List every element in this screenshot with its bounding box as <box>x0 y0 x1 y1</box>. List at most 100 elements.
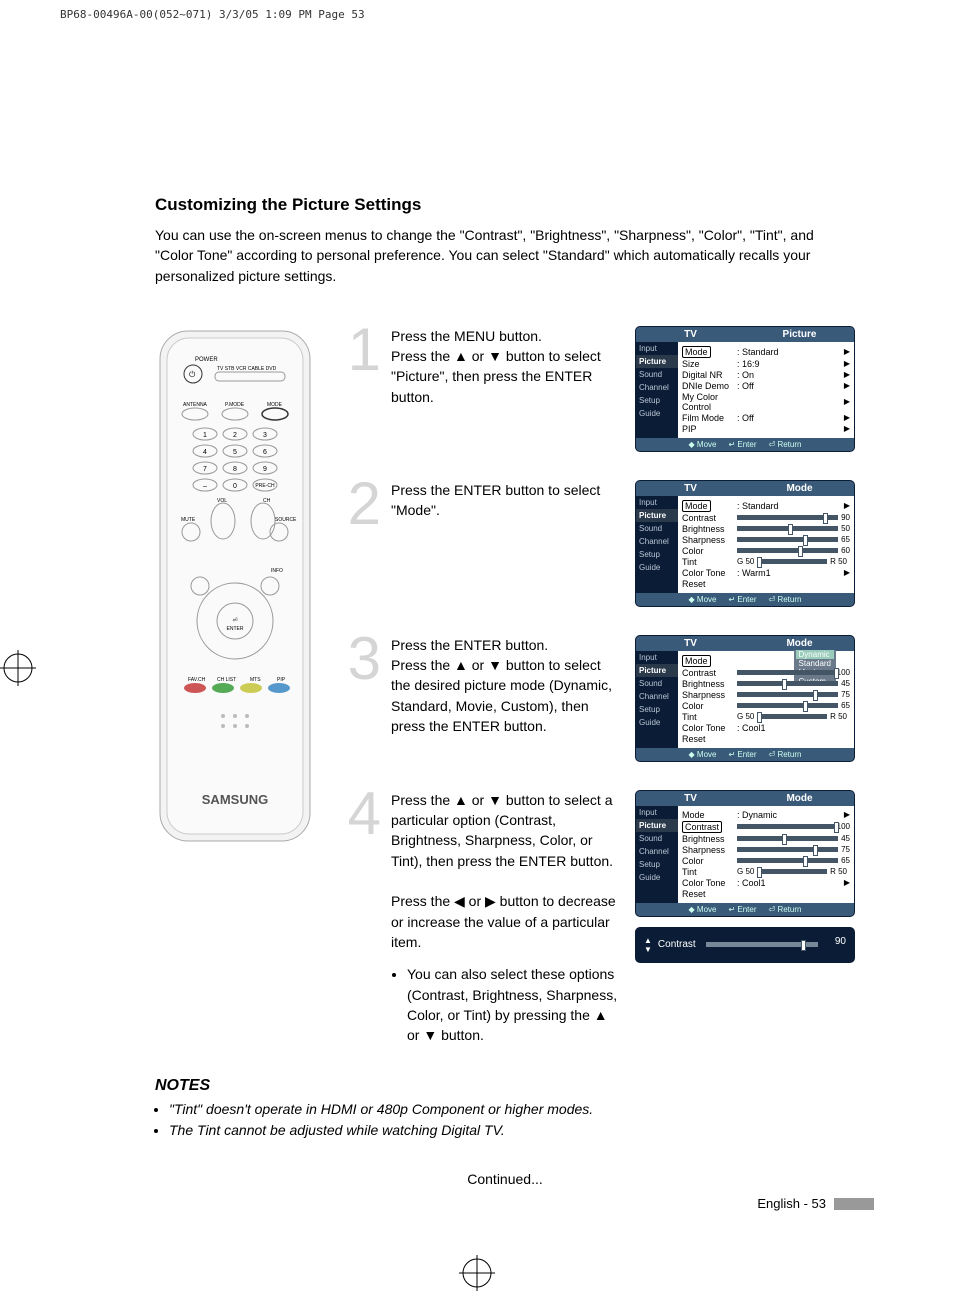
osd-nav-item: Input <box>636 651 678 664</box>
osd-row: Reset <box>682 889 850 899</box>
page-footer: English - 53 <box>757 1196 874 1211</box>
svg-text:8: 8 <box>233 466 237 473</box>
svg-text:–: – <box>203 483 207 490</box>
osd-row: Film Mode: Off▶ <box>682 413 850 423</box>
svg-text:CH LIST: CH LIST <box>217 677 236 683</box>
osd-nav-item: Setup <box>636 703 678 716</box>
print-header: BP68-00496A-00(052~071) 3/3/05 1:09 PM P… <box>60 8 365 21</box>
osd-row: Color.bar[style*='65']::after{left:65%}6… <box>682 701 850 711</box>
svg-text:5: 5 <box>233 449 237 456</box>
osd-row: Color.bar[style*='60']::after{left:60%}6… <box>682 546 850 556</box>
osd-row: Color.bar[style*='65']::after{left:65%}6… <box>682 856 850 866</box>
osd-row: DNIe Demo: Off▶ <box>682 381 850 391</box>
osd-nav-item: Channel <box>636 381 678 394</box>
osd-screen: TVMode InputPictureSoundChannelSetupGuid… <box>635 635 855 762</box>
step-text: Press the ENTER button.Press the ▲ or ▼ … <box>391 635 621 772</box>
osd-row: Reset <box>682 579 850 589</box>
osd-screen: TVMode InputPictureSoundChannelSetupGuid… <box>635 480 855 607</box>
continued-text: Continued... <box>155 1171 855 1187</box>
step-3: 3 Press the ENTER button.Press the ▲ or … <box>345 635 855 772</box>
osd-nav-item: Picture <box>636 355 678 368</box>
step-number: 2 <box>345 474 381 617</box>
svg-text:4: 4 <box>203 449 207 456</box>
osd-nav-item: Picture <box>636 664 678 677</box>
osd-row: Size: 16:9▶ <box>682 359 850 369</box>
osd-nav-item: Setup <box>636 394 678 407</box>
osd-row: Contrast.bar[style*='85']::after{left:85… <box>682 513 850 523</box>
svg-text:FAV.CH: FAV.CH <box>188 677 206 683</box>
osd-nav-item: Input <box>636 496 678 509</box>
svg-text:TV STB VCR CABLE DVD: TV STB VCR CABLE DVD <box>217 366 277 372</box>
step-number: 1 <box>345 320 381 462</box>
svg-text:⏻: ⏻ <box>189 370 196 379</box>
svg-text:6: 6 <box>263 449 267 456</box>
notes-heading: NOTES <box>155 1077 855 1095</box>
osd-row: Brightness.bar[style*='45']::after{left:… <box>682 679 850 689</box>
osd-nav-item: Setup <box>636 858 678 871</box>
osd-row: Mode: Dynamic▶ <box>682 810 850 820</box>
osd-row: Digital NR: On▶ <box>682 370 850 380</box>
osd-nav-item: Channel <box>636 690 678 703</box>
osd-row: Color Tone: Warm1▶ <box>682 568 850 578</box>
osd-row: Sharpness.bar[style*='65']::after{left:6… <box>682 535 850 545</box>
osd-nav-item: Input <box>636 342 678 355</box>
osd-row: Contrast.bar[style*='100']::after{left:1… <box>682 821 850 833</box>
svg-text:9: 9 <box>263 466 267 473</box>
intro-text: You can use the on-screen menus to chang… <box>155 225 855 286</box>
osd-row: Mode: Standard▶ <box>682 346 850 358</box>
step-4: 4 Press the ▲ or ▼ button to select a pa… <box>345 790 855 1046</box>
osd-nav-item: Sound <box>636 677 678 690</box>
step-text: Press the ENTER button to select "Mode". <box>391 480 621 617</box>
step-1: 1 Press the MENU button.Press the ▲ or ▼… <box>345 326 855 462</box>
svg-text:0: 0 <box>233 483 237 490</box>
svg-text:POWER: POWER <box>195 357 218 363</box>
svg-text:SOURCE: SOURCE <box>275 517 297 523</box>
osd-row: PIP▶ <box>682 424 850 434</box>
svg-text:SAMSUNG: SAMSUNG <box>202 792 268 807</box>
page-title: Customizing the Picture Settings <box>155 195 855 215</box>
svg-text:P.MODE: P.MODE <box>225 402 245 408</box>
osd-nav-item: Channel <box>636 845 678 858</box>
osd-nav-item: Guide <box>636 407 678 420</box>
step-number: 3 <box>345 629 381 772</box>
osd-row: Sharpness.bar[style*='75']::after{left:7… <box>682 690 850 700</box>
svg-text:PIP: PIP <box>277 677 286 683</box>
osd-row: TintG 50R 50 <box>682 712 850 722</box>
osd-screen: TVPicture InputPictureSoundChannelSetupG… <box>635 326 855 452</box>
osd-screen: TVMode InputPictureSoundChannelSetupGuid… <box>635 790 855 917</box>
osd-row: Brightness.bar[style*='45']::after{left:… <box>682 834 850 844</box>
osd-nav-item: Sound <box>636 368 678 381</box>
svg-text:ENTER: ENTER <box>227 626 244 632</box>
step-text: Press the MENU button.Press the ▲ or ▼ b… <box>391 326 621 462</box>
svg-text:7: 7 <box>203 466 207 473</box>
step-text: Press the ▲ or ▼ button to select a part… <box>391 790 621 1046</box>
osd-nav-item: Input <box>636 806 678 819</box>
osd-row: Color Tone: Cool1 <box>682 723 850 733</box>
osd-row: Contrast.bar[style*='100']::after{left:1… <box>682 668 850 678</box>
osd-row: Sharpness.bar[style*='75']::after{left:7… <box>682 845 850 855</box>
remote-illustration: POWER⏻ TV STB VCR CABLE DVD ANTENNAP.MOD… <box>155 326 315 1064</box>
note-item: The Tint cannot be adjusted while watchi… <box>169 1120 855 1141</box>
svg-text:2: 2 <box>233 432 237 439</box>
osd-nav-item: Channel <box>636 535 678 548</box>
svg-text:MODE: MODE <box>267 402 283 408</box>
osd-nav-item: Setup <box>636 548 678 561</box>
notes-list: "Tint" doesn't operate in HDMI or 480p C… <box>169 1099 855 1141</box>
crop-mark-bottom <box>459 1255 495 1291</box>
osd-row: Mode <box>682 655 850 667</box>
osd-row: Color Tone: Cool1▶ <box>682 878 850 888</box>
osd-nav-item: Sound <box>636 832 678 845</box>
osd-nav-item: Sound <box>636 522 678 535</box>
osd-nav-item: Guide <box>636 871 678 884</box>
svg-text:PRE-CH: PRE-CH <box>255 483 275 489</box>
svg-text:INFO: INFO <box>271 568 283 574</box>
crop-mark-left <box>0 650 36 686</box>
osd-row: Mode: Standard▶ <box>682 500 850 512</box>
osd-row: My Color Control▶ <box>682 392 850 412</box>
svg-text:MUTE: MUTE <box>181 517 196 523</box>
steps-container: 1 Press the MENU button.Press the ▲ or ▼… <box>345 326 855 1064</box>
osd-nav-item: Guide <box>636 716 678 729</box>
osd-row: TintG 50R 50 <box>682 867 850 877</box>
step-2: 2 Press the ENTER button to select "Mode… <box>345 480 855 617</box>
osd-nav-item: Picture <box>636 819 678 832</box>
